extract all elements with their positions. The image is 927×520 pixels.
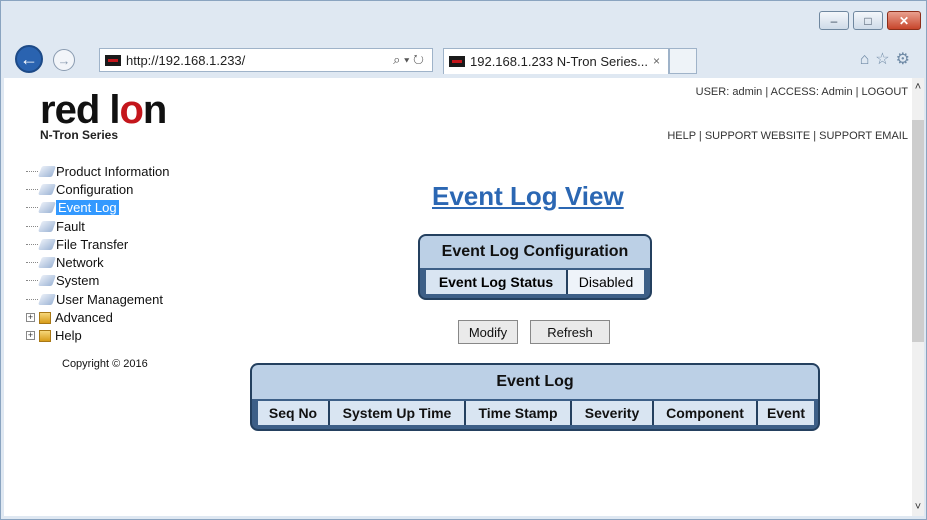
column-header: Severity: [572, 401, 654, 425]
folder-icon: [39, 311, 51, 324]
page-content: red lon N-Tron Series USER: admin | ACCE…: [4, 78, 916, 516]
scroll-down-icon[interactable]: ˅: [912, 500, 924, 514]
page-icon: [37, 238, 57, 250]
help-support-links[interactable]: HELP | SUPPORT WEBSITE | SUPPORT EMAIL: [667, 130, 908, 142]
address-bar[interactable]: http://192.168.1.233/ ⌕ ▾ ↻: [99, 48, 433, 72]
red-lion-logo: red lon N-Tron Series: [40, 88, 167, 142]
tree-item-product-information[interactable]: Product Information: [26, 162, 169, 180]
tree-folder-advanced[interactable]: + Advanced: [26, 308, 169, 326]
tree-item-label: Fault: [56, 218, 85, 234]
page-icon: [37, 257, 57, 269]
logo-text-c: n: [142, 88, 167, 132]
forward-arrow-icon[interactable]: →: [53, 49, 75, 71]
column-header: Time Stamp: [466, 401, 572, 425]
refresh-button[interactable]: Refresh: [530, 320, 610, 344]
tree-folder-label: Advanced: [55, 310, 113, 326]
home-favorites-settings-icon[interactable]: ⌂☆⚙: [860, 49, 916, 69]
tab-close-icon[interactable]: ×: [653, 54, 660, 68]
page-icon: [37, 275, 57, 287]
tree-item-label: File Transfer: [56, 236, 129, 252]
event-log-header-row: Seq No System Up Time Time Stamp Severit…: [258, 401, 814, 425]
tab-active[interactable]: 192.168.1.233 N-Tron Series... ×: [443, 48, 669, 74]
tree-item-fault[interactable]: Fault: [26, 217, 169, 235]
site-favicon-icon: [105, 54, 121, 66]
tree-item-configuration[interactable]: Configuration: [26, 180, 169, 198]
event-log-table: Event Log Seq No System Up Time Time Sta…: [250, 363, 820, 431]
tree-item-file-transfer[interactable]: File Transfer: [26, 235, 169, 253]
logo-wordmark: red lon: [40, 88, 167, 132]
status-label: Event Log Status: [426, 270, 568, 294]
page-icon: [37, 165, 57, 177]
address-tools-icon[interactable]: ⌕ ▾ ↻: [393, 52, 424, 68]
tree-item-label: Product Information: [56, 163, 170, 179]
tree-item-user-management[interactable]: User Management: [26, 290, 169, 308]
tree-item-label: User Management: [56, 291, 163, 307]
tree-item-network[interactable]: Network: [26, 253, 169, 271]
tree-item-label: Event Log: [56, 200, 119, 216]
tree-item-event-log[interactable]: Event Log: [26, 199, 169, 217]
tree-item-system[interactable]: System: [26, 272, 169, 290]
modify-button[interactable]: Modify: [458, 320, 518, 344]
vertical-scrollbar[interactable]: ˄ ˅: [912, 78, 924, 516]
logo-text-b: o: [119, 88, 143, 132]
tree-item-label: Configuration: [56, 181, 134, 197]
back-arrow-icon[interactable]: ←: [15, 45, 43, 73]
status-value: Disabled: [568, 270, 644, 294]
page-title: Event Log View: [432, 181, 624, 211]
tree-folder-help[interactable]: + Help: [26, 327, 169, 345]
maximize-button[interactable]: □: [853, 11, 883, 30]
copyright-text: Copyright © 2016: [62, 358, 148, 370]
logo-text-a: red l: [40, 88, 120, 132]
event-log-configuration-table: Event Log Configuration Event Log Status…: [418, 234, 652, 300]
navigation-tree: Product Information Configuration Event …: [26, 162, 169, 345]
page-icon: [37, 202, 57, 214]
config-table-title: Event Log Configuration: [420, 236, 650, 268]
expand-plus-icon[interactable]: +: [26, 313, 35, 323]
column-header: Seq No: [258, 401, 330, 425]
tree-folder-label: Help: [55, 328, 82, 344]
column-header: Component: [654, 401, 758, 425]
page-icon: [37, 220, 57, 232]
expand-plus-icon[interactable]: +: [26, 331, 35, 341]
event-log-title: Event Log: [252, 365, 818, 399]
tab-title: 192.168.1.233 N-Tron Series...: [470, 54, 649, 69]
tree-item-label: Network: [56, 255, 104, 271]
new-tab-button[interactable]: [669, 48, 697, 74]
tab-favicon-icon: [449, 56, 465, 67]
column-header: System Up Time: [330, 401, 466, 425]
scrollbar-thumb[interactable]: [912, 120, 924, 342]
navigation-bar: ← → http://192.168.1.233/ ⌕ ▾ ↻ 192.168.…: [1, 39, 926, 77]
close-button[interactable]: ✕: [887, 11, 921, 30]
address-url[interactable]: http://192.168.1.233/: [126, 53, 245, 68]
user-access-logout-links[interactable]: USER: admin | ACCESS: Admin | LOGOUT: [696, 86, 908, 98]
column-header: Event: [758, 401, 814, 425]
minimize-button[interactable]: –: [819, 11, 849, 30]
folder-icon: [39, 329, 51, 342]
page-icon: [37, 183, 57, 195]
tree-item-label: System: [56, 273, 100, 289]
scroll-up-icon[interactable]: ˄: [912, 80, 924, 94]
page-icon: [37, 293, 57, 305]
config-status-row: Event Log Status Disabled: [426, 270, 644, 294]
